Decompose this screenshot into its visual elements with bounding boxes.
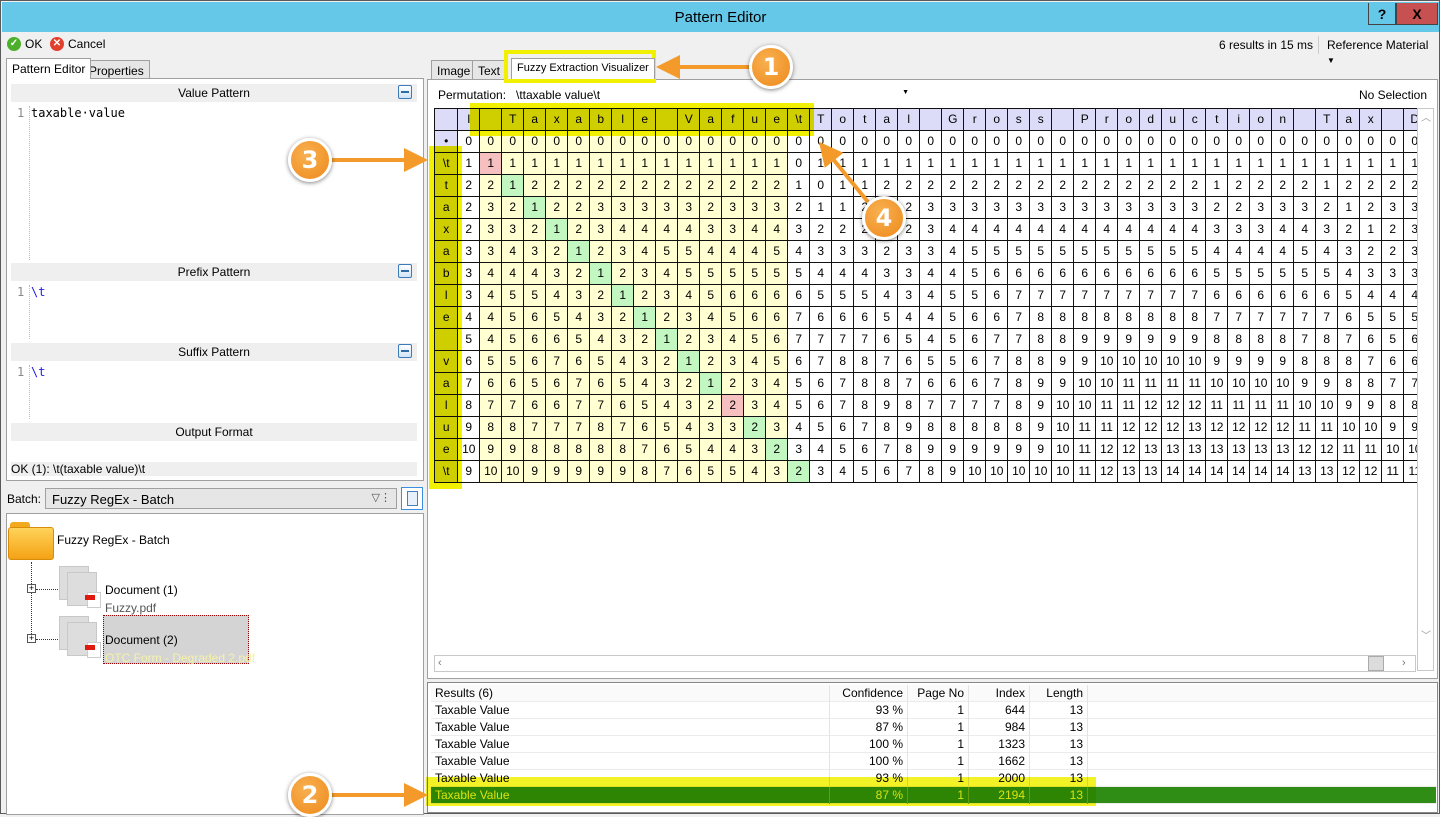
- annotation-arrows: [330, 55, 870, 807]
- annotation-badge-3: 3: [288, 138, 332, 182]
- annotation-badge-1: 1: [749, 45, 793, 89]
- annotation-badge-2: 2: [288, 773, 332, 817]
- annotation-badge-4: 4: [862, 196, 906, 240]
- tab-pattern-editor[interactable]: Pattern Editor: [6, 58, 92, 79]
- tab-fuzzy-extraction-visualizer[interactable]: Fuzzy Extraction Visualizer: [511, 58, 655, 79]
- arrow-4: [818, 141, 870, 204]
